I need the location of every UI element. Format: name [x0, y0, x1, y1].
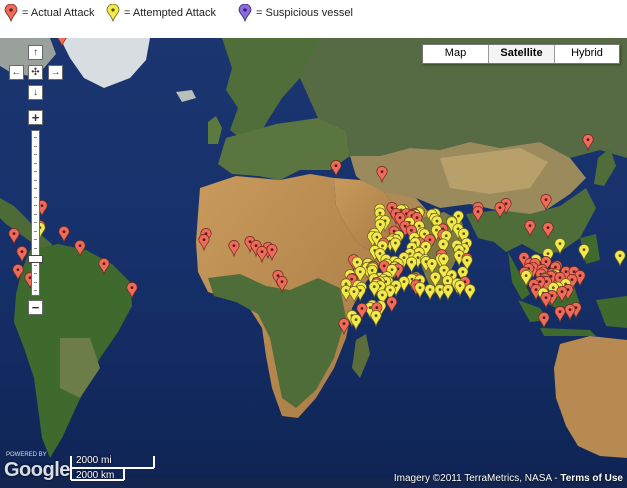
zoom-tick — [34, 196, 37, 198]
zoom-slider-handle[interactable] — [28, 255, 43, 263]
copyright-text: Imagery ©2011 TerraMetrics, NASA - — [393, 473, 561, 484]
legend-attempted-attack: = Attempted Attack — [106, 4, 216, 22]
purple-pin-icon — [238, 4, 252, 22]
zoom-in-button[interactable]: + — [28, 110, 43, 125]
red-pin-icon — [4, 4, 18, 22]
map-canvas[interactable] — [0, 38, 627, 488]
google-logo-text: Google — [4, 459, 70, 481]
scale-bar: 2000 mi 2000 km — [70, 452, 156, 485]
zoom-tick — [34, 145, 37, 147]
center-icon: ✣ — [31, 66, 40, 78]
zoom-tick — [34, 281, 37, 283]
zoom-tick — [34, 230, 37, 232]
minus-icon: − — [31, 300, 40, 315]
pan-up-button[interactable]: ↑ — [28, 45, 43, 60]
map-type-satellite-button[interactable]: Satellite — [489, 45, 555, 63]
pan-left-button[interactable]: ← — [9, 65, 24, 80]
legend-label: = Attempted Attack — [124, 7, 217, 19]
legend-suspicious-vessel: = Suspicious vessel — [238, 4, 353, 22]
zoom-tick — [34, 154, 37, 155]
zoom-tick — [34, 222, 37, 223]
zoom-tick — [34, 247, 37, 249]
plus-icon: + — [31, 110, 40, 125]
pan-center-button[interactable]: ✣ — [28, 65, 43, 80]
satellite-map[interactable]: Map Satellite Hybrid ↑ ← ✣ → ↓ + − POWER… — [0, 38, 627, 488]
zoom-tick — [34, 179, 37, 181]
zoom-tick — [34, 188, 37, 189]
zoom-out-button[interactable]: − — [28, 300, 43, 315]
arrow-up-icon: ↑ — [33, 46, 38, 58]
map-type-map-button[interactable]: Map — [423, 45, 489, 63]
zoom-tick — [34, 290, 37, 291]
zoom-tick — [34, 239, 37, 240]
legend-label: = Actual Attack — [22, 7, 95, 19]
powered-by-label: POWERED BY — [6, 452, 47, 458]
zoom-tick — [34, 264, 37, 266]
pan-right-button[interactable]: → — [48, 65, 63, 80]
zoom-tick — [34, 213, 37, 215]
zoom-tick — [34, 171, 37, 172]
scale-miles: 2000 mi — [76, 455, 112, 466]
zoom-tick — [34, 137, 37, 138]
zoom-tick — [34, 205, 37, 206]
pan-down-button[interactable]: ↓ — [28, 85, 43, 100]
map-type-selector[interactable]: Map Satellite Hybrid — [422, 44, 620, 64]
yellow-pin-icon — [106, 4, 120, 22]
imagery-copyright: Imagery ©2011 TerraMetrics, NASA - Terms… — [394, 473, 623, 484]
legend-label: = Suspicious vessel — [256, 7, 353, 19]
arrow-right-icon: → — [50, 66, 61, 78]
scale-kilometers: 2000 km — [76, 470, 115, 481]
google-logo[interactable]: POWERED BY Google — [4, 452, 70, 482]
arrow-down-icon: ↓ — [33, 86, 38, 98]
legend-actual-attack: = Actual Attack — [4, 4, 94, 22]
zoom-tick — [34, 273, 37, 274]
arrow-left-icon: ← — [11, 66, 22, 78]
map-legend: = Actual Attack = Attempted Attack = Sus… — [0, 0, 627, 38]
terms-of-use-link[interactable]: Terms of Use — [560, 473, 623, 484]
map-type-hybrid-button[interactable]: Hybrid — [555, 45, 619, 63]
zoom-tick — [34, 162, 37, 164]
zoom-slider-track[interactable] — [31, 130, 40, 296]
